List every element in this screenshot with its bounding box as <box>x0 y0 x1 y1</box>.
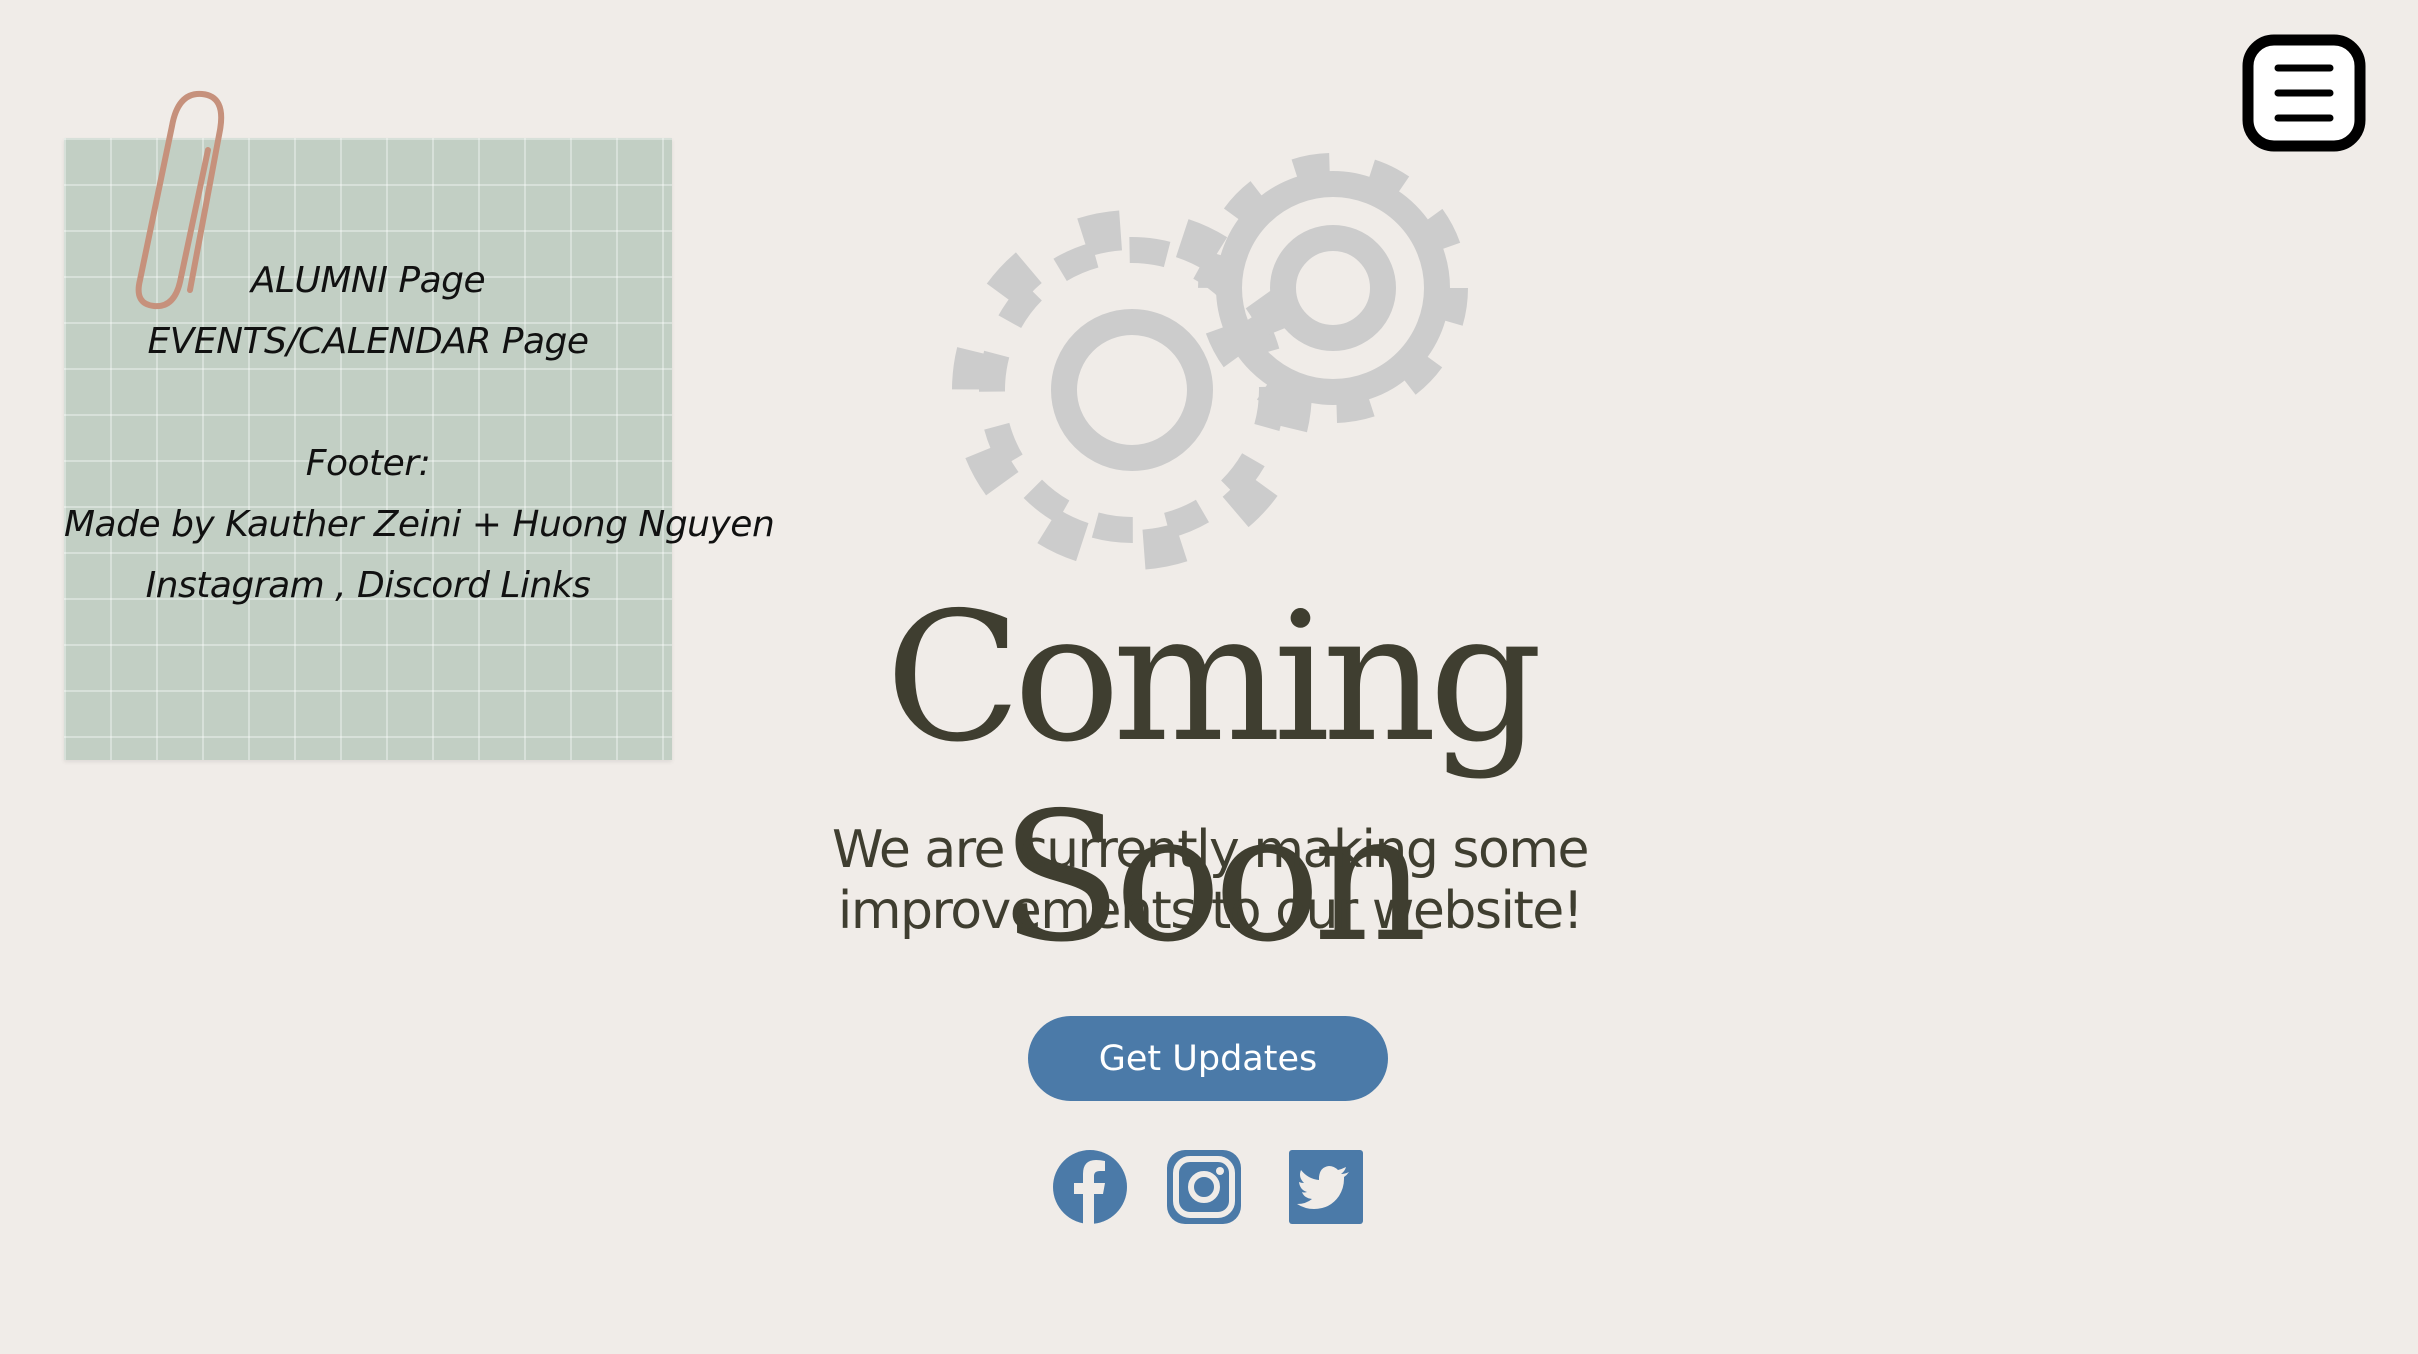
menu-icon <box>2242 34 2366 152</box>
note-line: EVENTS/CALENDAR Page <box>147 321 589 362</box>
instagram-icon <box>1167 1150 1241 1224</box>
twitter-link[interactable] <box>1289 1150 1363 1224</box>
facebook-link[interactable] <box>1053 1150 1127 1224</box>
subtitle-line: improvements to our website! <box>837 881 1584 941</box>
note-line: Instagram , Discord Links <box>145 565 591 606</box>
facebook-icon <box>1053 1150 1127 1224</box>
note-line: Made by Kauther Zeini + Huong Nguyen <box>64 504 775 545</box>
gears-icon <box>952 153 1468 570</box>
subtitle: We are currently making some improvement… <box>700 820 1720 942</box>
instagram-link[interactable] <box>1167 1150 1241 1224</box>
menu-button[interactable] <box>2242 34 2366 152</box>
paperclip-icon <box>135 90 225 310</box>
get-updates-button[interactable]: Get Updates <box>1028 1016 1388 1101</box>
twitter-icon <box>1289 1150 1363 1224</box>
note-line: Footer: <box>305 443 431 484</box>
note-line <box>64 372 672 433</box>
subtitle-line: We are currently making some <box>832 820 1589 880</box>
